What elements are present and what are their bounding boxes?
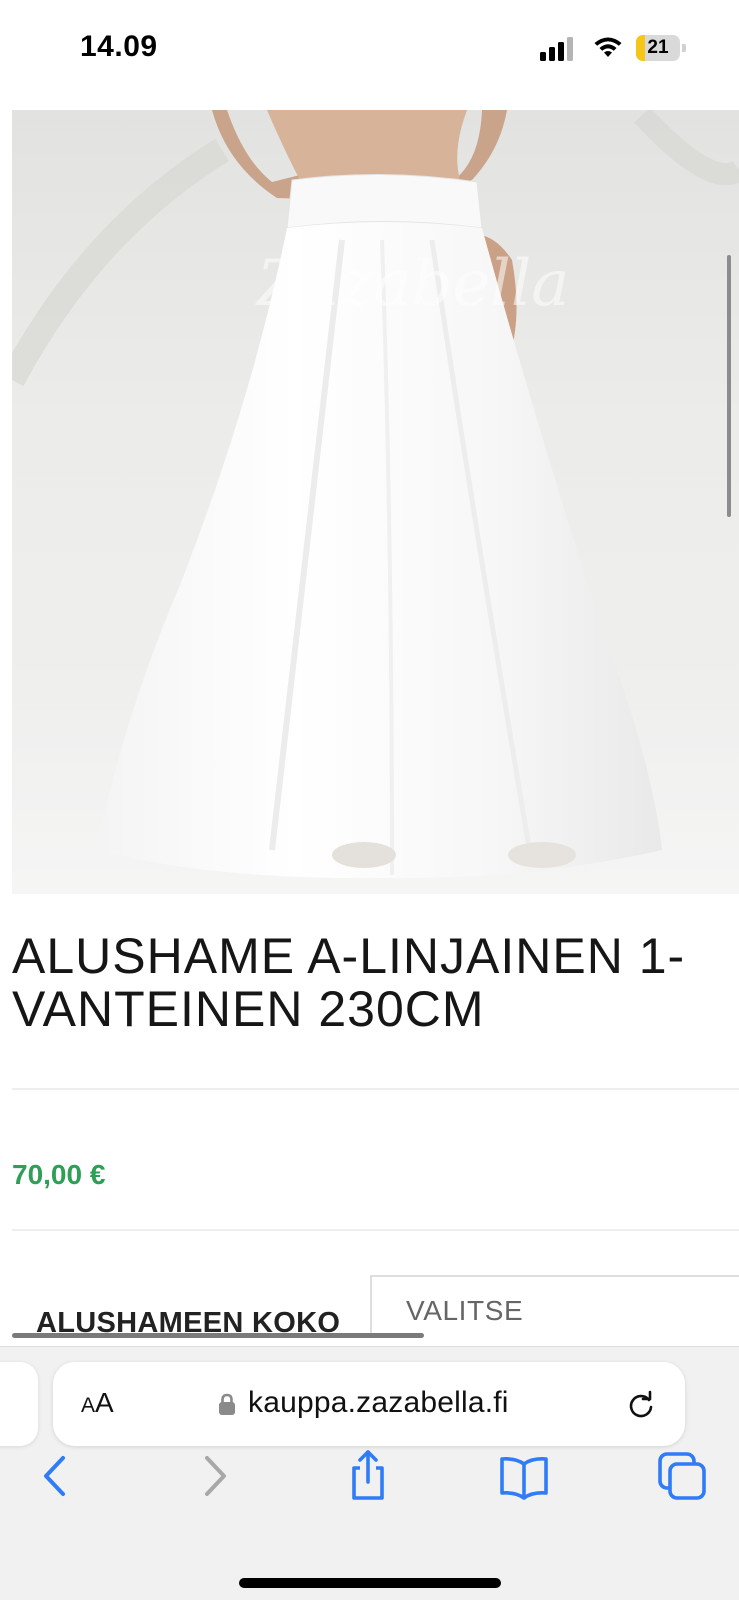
divider — [12, 1229, 739, 1231]
cellular-signal-icon — [540, 37, 576, 61]
forward-icon — [205, 1456, 226, 1496]
product-photo-illustration: Zazabella — [12, 110, 739, 894]
reload-icon[interactable] — [625, 1389, 657, 1421]
home-indicator[interactable] — [239, 1578, 501, 1588]
previous-tab-preview[interactable] — [0, 1362, 38, 1446]
size-select[interactable]: VALITSE — [370, 1275, 739, 1335]
bookmarks-button[interactable] — [496, 1448, 552, 1504]
browser-toolbar: AA kauppa.zazabella.fi — [0, 1346, 739, 1600]
product-image[interactable]: Zazabella — [12, 110, 739, 894]
battery-icon: 21 — [636, 35, 686, 61]
address-bar[interactable]: AA kauppa.zazabella.fi — [53, 1362, 685, 1446]
product-price: 70,00 € — [12, 1159, 106, 1190]
bookmarks-icon — [500, 1457, 548, 1500]
image-watermark: Zazabella — [255, 247, 569, 321]
product-title-line-1: ALUSHAME A-LINJAINEN 1- — [12, 928, 686, 984]
status-time: 14.09 — [80, 30, 158, 63]
text-size-button[interactable]: AA — [81, 1387, 114, 1419]
divider — [12, 1088, 739, 1090]
back-icon — [44, 1456, 65, 1496]
product-title-line-2: VANTEINEN 230CM — [12, 981, 485, 1037]
scroll-indicator[interactable] — [727, 255, 731, 517]
back-button[interactable] — [28, 1448, 84, 1504]
product-title: ALUSHAME A-LINJAINEN 1- VANTEINEN 230CM — [12, 930, 739, 1036]
tabs-icon — [658, 1452, 706, 1500]
share-icon — [352, 1450, 384, 1500]
lock-icon — [219, 1393, 235, 1415]
share-button[interactable] — [340, 1448, 396, 1504]
battery-level: 21 — [647, 37, 669, 58]
size-select-value: VALITSE — [406, 1295, 524, 1326]
tabs-button[interactable] — [656, 1448, 712, 1504]
url-text[interactable]: kauppa.zazabella.fi — [248, 1386, 509, 1420]
status-bar: 14.09 21 — [0, 0, 739, 100]
forward-button[interactable] — [186, 1448, 242, 1504]
wifi-icon — [594, 37, 622, 57]
horizontal-scrollbar[interactable] — [12, 1333, 424, 1338]
